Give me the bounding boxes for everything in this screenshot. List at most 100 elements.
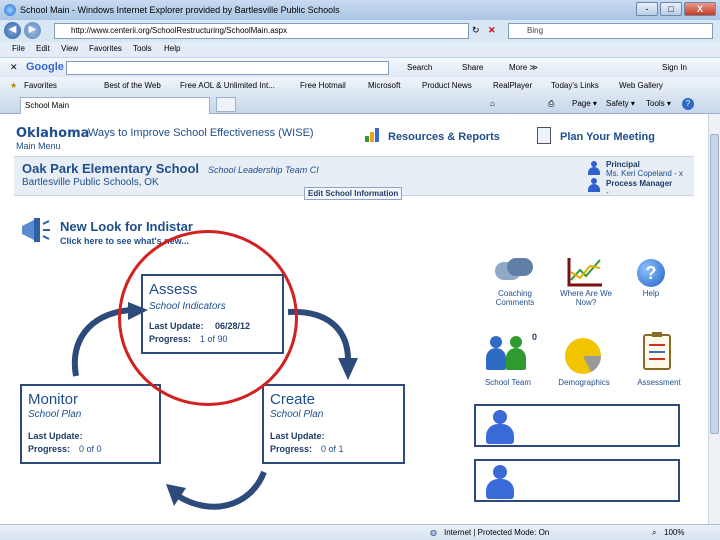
home-icon[interactable]: ⌂ (490, 99, 495, 108)
process-manager-label: Process Manager (606, 179, 673, 188)
create-title: Create (270, 391, 316, 408)
demographics-pie-icon[interactable] (561, 336, 607, 376)
google-search-input[interactable] (66, 61, 389, 75)
principal-icon (588, 161, 600, 175)
process-manager-value: - (606, 188, 609, 197)
url-field[interactable]: http://www.centerii.org/SchoolRestructur… (54, 23, 469, 39)
menu-file[interactable]: File (12, 44, 25, 53)
favorites-button[interactable]: Favorites (24, 81, 57, 90)
close-toolbar-icon[interactable]: ✕ (10, 62, 18, 73)
bar-chart-icon (365, 128, 381, 142)
menu-favorites[interactable]: Favorites (89, 44, 122, 53)
main-menu-link[interactable]: Main Menu (16, 141, 61, 151)
favorites-star-icon[interactable]: ★ (10, 81, 17, 90)
fav-item-realplayer[interactable]: RealPlayer (493, 81, 532, 90)
create-card[interactable]: Create School Plan Last Update: Progress… (262, 384, 405, 464)
process-manager-icon (588, 178, 600, 192)
help-icon[interactable]: ? (682, 98, 694, 110)
where-are-we-now-label[interactable]: Where Are We Now? (556, 289, 616, 307)
zoom-icon[interactable]: ⌕ (652, 528, 656, 538)
megaphone-icon (22, 218, 50, 242)
help-circle-icon[interactable]: ? (637, 259, 665, 287)
new-look-title[interactable]: New Look for Indistar (60, 219, 193, 234)
print-icon[interactable]: ⎙ (548, 99, 554, 109)
assess-to-create-arrow-icon (287, 308, 358, 380)
school-team-count: 0 (532, 332, 538, 342)
fav-item-hotmail[interactable]: Free Hotmail (300, 81, 346, 90)
create-to-monitor-arrow-icon (166, 470, 267, 510)
safety-menu[interactable]: Safety ▾ (606, 99, 635, 108)
google-more-button[interactable]: More ≫ (509, 63, 538, 72)
google-share-button[interactable]: Share (462, 63, 483, 72)
monitor-title: Monitor (28, 391, 79, 408)
new-tab-button[interactable] (216, 97, 236, 112)
window-titlebar: School Main - Windows Internet Explorer … (0, 0, 720, 20)
team-name: School Leadership Team CI (208, 165, 319, 175)
menu-help[interactable]: Help (164, 44, 180, 53)
close-button[interactable]: X (684, 2, 716, 16)
monitor-last-update-label: Last Update: (28, 431, 83, 441)
google-toolbar: ✕ Google Search Share More ≫ Sign In (0, 57, 720, 77)
fav-item-web-gallery[interactable]: Web Gallery (619, 81, 663, 90)
tab-school-main[interactable]: School Main (20, 97, 210, 114)
google-search-button[interactable]: Search (407, 63, 432, 72)
monitor-card[interactable]: Monitor School Plan Last Update: Progres… (20, 384, 161, 464)
address-bar: ◀ ▶ http://www.centerii.org/SchoolRestru… (0, 20, 720, 42)
fav-item-aol[interactable]: Free AOL & Unlimited Int... (180, 81, 275, 90)
scrollbar-thumb[interactable] (710, 134, 719, 434)
create-progress-label: Progress: (270, 444, 313, 454)
assessment-clipboard-icon[interactable] (643, 332, 671, 370)
where-are-we-now-chart-icon[interactable] (566, 256, 604, 288)
menu-view[interactable]: View (61, 44, 78, 53)
maximize-button[interactable]: □ (660, 2, 682, 16)
resources-reports-link[interactable]: Resources & Reports (388, 131, 500, 143)
menu-tools[interactable]: Tools (133, 44, 152, 53)
highlight-circle (118, 230, 298, 406)
page-content: Oklahoma Ways to Improve School Effectiv… (0, 114, 708, 524)
google-logo: Google (26, 61, 64, 73)
school-name: Oak Park Elementary School (22, 161, 200, 176)
globe-icon: ◍ (430, 528, 437, 537)
demographics-label[interactable]: Demographics (548, 378, 620, 387)
assessment-label[interactable]: Assessment (626, 378, 692, 387)
page-menu[interactable]: Page ▾ (572, 99, 597, 108)
team-member-box-2 (474, 459, 680, 502)
vertical-scrollbar[interactable] (708, 114, 720, 524)
school-team-icon[interactable] (486, 334, 530, 374)
help-label[interactable]: Help (630, 289, 672, 298)
clipboard-icon (537, 127, 551, 144)
window-title: School Main - Windows Internet Explorer … (20, 5, 340, 15)
tagline: Ways to Improve School Effectiveness (WI… (88, 127, 314, 139)
team-member-box-1 (474, 404, 680, 447)
back-icon[interactable]: ◀ (4, 22, 21, 39)
tools-menu[interactable]: Tools ▾ (646, 99, 671, 108)
monitor-progress: 0 of 0 (79, 444, 102, 454)
ie-logo-icon (4, 4, 16, 16)
menu-edit[interactable]: Edit (36, 44, 50, 53)
edit-school-info-button[interactable]: Edit School Information (304, 187, 403, 200)
favorites-bar: ★ Favorites Best of the Web Free AOL & U… (0, 77, 720, 94)
menu-bar: File Edit View Favorites Tools Help (0, 42, 720, 57)
create-last-update-label: Last Update: (270, 431, 325, 441)
fav-item-microsoft[interactable]: Microsoft (368, 81, 400, 90)
coaching-comments-label[interactable]: Coaching Comments (478, 289, 552, 307)
monitor-subtitle: School Plan (28, 409, 82, 420)
fav-item-best-of-web[interactable]: Best of the Web (104, 81, 161, 90)
person-icon (486, 465, 514, 499)
zoom-level[interactable]: 100% (664, 528, 684, 537)
school-team-label[interactable]: School Team (474, 378, 542, 387)
principal-name: Ms. Keri Copeland - x (606, 169, 683, 178)
bing-search-input[interactable]: Bing (508, 23, 713, 39)
fav-item-todays-links[interactable]: Today's Links (551, 81, 599, 90)
refresh-icon[interactable]: ↻ (472, 25, 480, 36)
fav-item-product-news[interactable]: Product News (422, 81, 472, 90)
coaching-comments-icon[interactable] (493, 258, 537, 288)
forward-icon[interactable]: ▶ (24, 22, 41, 39)
google-signin-link[interactable]: Sign In (662, 63, 687, 72)
create-subtitle: School Plan (270, 409, 324, 420)
plan-meeting-link[interactable]: Plan Your Meeting (560, 131, 655, 143)
stop-icon[interactable]: ✕ (488, 25, 496, 36)
minimize-button[interactable]: - (636, 2, 658, 16)
create-progress: 0 of 1 (321, 444, 344, 454)
security-zone: Internet | Protected Mode: On (444, 528, 550, 537)
